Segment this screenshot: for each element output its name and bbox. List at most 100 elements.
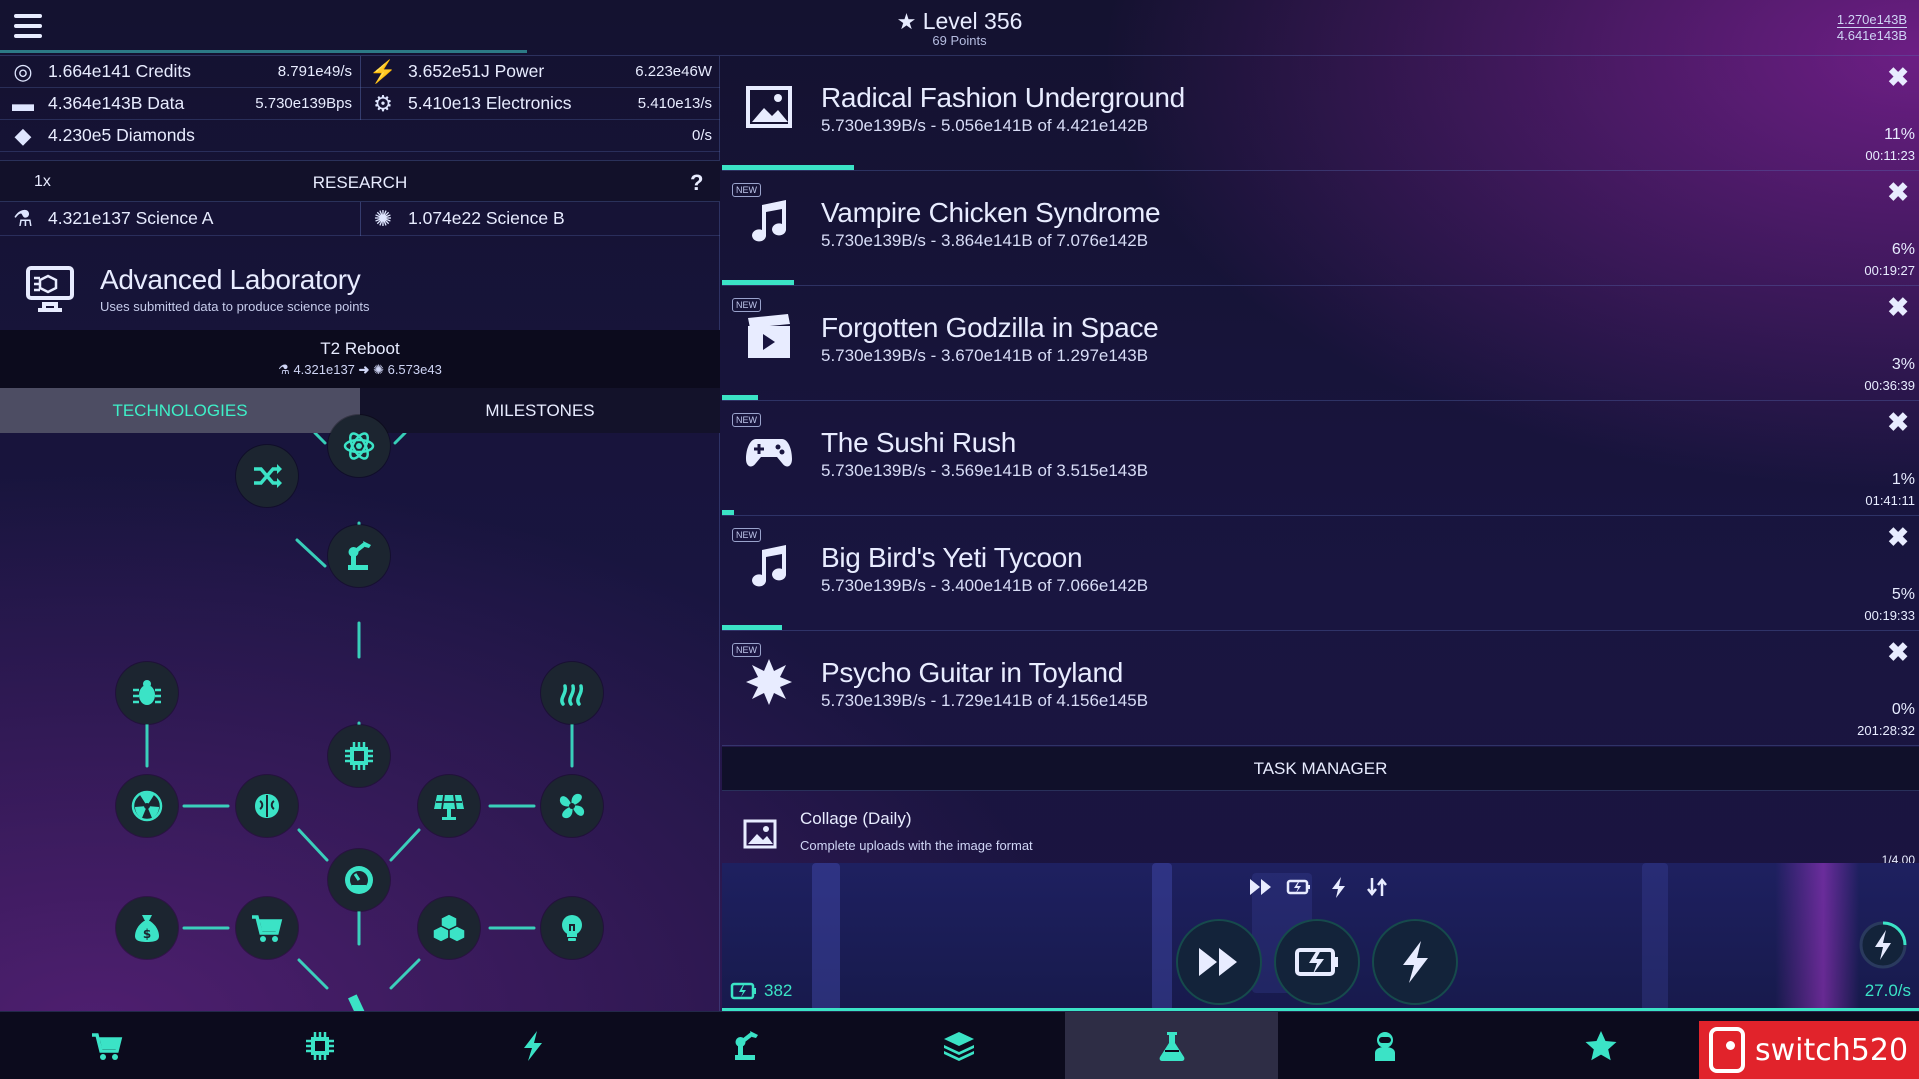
upload-time: 201:28:32 <box>1857 723 1915 738</box>
tech-node-cart[interactable] <box>236 897 298 959</box>
svg-text:$: $ <box>143 927 151 941</box>
close-icon[interactable]: ✖ <box>1887 522 1909 553</box>
power-rate: 6.223e46W <box>635 63 712 80</box>
power-label: 3.652e51J Power <box>408 61 545 81</box>
fan-icon <box>559 793 585 819</box>
tab-milestones[interactable]: MILESTONES <box>360 388 720 433</box>
science-b-label: 1.074e22 Science B <box>408 208 565 228</box>
tech-node-money-bag[interactable]: $ <box>116 897 178 959</box>
upload-percent: 11% <box>1884 126 1915 143</box>
nav-button-star[interactable] <box>1491 1012 1711 1079</box>
sort-small-icon[interactable] <box>1364 875 1390 899</box>
nav-button-flask[interactable] <box>1065 1012 1278 1079</box>
reboot-title: T2 Reboot <box>320 339 400 358</box>
tab-technologies[interactable]: TECHNOLOGIES <box>0 388 360 433</box>
reboot-button[interactable]: T2 Reboot ⚗ 4.321e137 ➜ ✺ 6.573e43 <box>0 330 720 388</box>
upload-item[interactable]: NEW Forgotten Godzilla in Space 5.730e139B… <box>722 286 1919 401</box>
nav-button-cart[interactable] <box>0 1012 213 1079</box>
tech-node-bug[interactable] <box>116 662 178 724</box>
music-icon <box>752 545 786 587</box>
upload-item[interactable]: NEW Vampire Chicken Syndrome 5.730e139B/s … <box>722 171 1919 286</box>
upload-name: Big Bird's Yeti Tycoon <box>821 542 1083 573</box>
flask-icon: ⚗ <box>13 205 33 231</box>
money-bag-icon: $ <box>135 915 159 942</box>
folder-icon: ▬ <box>12 90 34 116</box>
nav-button-astronaut[interactable] <box>1278 1012 1491 1079</box>
help-button[interactable]: ? <box>690 170 703 196</box>
upload-percent: 6% <box>1891 241 1915 258</box>
credits-rate: 8.791e49/s <box>277 63 352 80</box>
dial-icon <box>345 866 373 894</box>
tech-node-shuffle[interactable] <box>236 445 298 507</box>
recharge-gauge[interactable] <box>1857 919 1909 971</box>
music-icon <box>752 200 786 242</box>
task-name: Collage (Daily) <box>800 809 912 828</box>
new-badge: NEW <box>732 298 761 312</box>
electronics-row: ⚙ 5.410e13 Electronics 5.410e13/s <box>360 88 720 120</box>
tech-node-solar-panel[interactable] <box>418 775 480 837</box>
nav-button-robot-arm[interactable] <box>639 1012 852 1079</box>
left-panel: ◎ 1.664e141 Credits 8.791e49/s ⚡ 3.652e5… <box>0 56 720 1037</box>
fast-forward-button[interactable] <box>1176 919 1262 1005</box>
tech-node-fan[interactable] <box>541 775 603 837</box>
data-ratio: 1.270e143B 4.641e143B <box>1836 12 1907 43</box>
divider <box>360 202 361 236</box>
nav-button-chip[interactable] <box>213 1012 426 1079</box>
close-icon[interactable]: ✖ <box>1887 292 1909 323</box>
upload-time: 00:36:39 <box>1864 378 1915 393</box>
lab-title: Advanced Laboratory <box>100 264 361 295</box>
upload-name: The Sushi Rush <box>821 427 1017 458</box>
power-row: ⚡ 3.652e51J Power 6.223e46W <box>360 56 720 88</box>
upload-item[interactable]: NEW Big Bird's Yeti Tycoon 5.730e139B/s - … <box>722 516 1919 631</box>
brain-icon <box>255 794 279 818</box>
upload-item[interactable]: NEW The Sushi Rush 5.730e139B/s - 3.569e14… <box>722 401 1919 516</box>
battery-icon <box>1295 948 1338 976</box>
tech-node-lightbulb[interactable] <box>541 897 603 959</box>
task-item[interactable]: Collage (Daily) Complete uploads with th… <box>722 791 1919 867</box>
nav-button-layers[interactable] <box>852 1012 1065 1079</box>
tech-node-atom[interactable] <box>328 415 390 477</box>
tech-node-robot-arm[interactable] <box>328 525 390 587</box>
upload-progress-bar <box>722 165 854 170</box>
level-progress-bar <box>0 50 527 53</box>
close-icon[interactable]: ✖ <box>1887 62 1909 93</box>
star-icon <box>1585 1030 1617 1060</box>
upload-time: 00:19:33 <box>1864 608 1915 623</box>
close-icon[interactable]: ✖ <box>1887 637 1909 668</box>
upload-progress-bar <box>722 395 758 400</box>
robot-arm-icon <box>734 1030 758 1060</box>
upload-detail: 5.730e139B/s - 3.670e141B of 1.297e143B <box>821 346 1149 365</box>
nav-button-bolt[interactable] <box>426 1012 639 1079</box>
image-icon <box>746 86 792 128</box>
upload-item[interactable]: NEW Psycho Guitar in Toyland 5.730e139B/s … <box>722 631 1919 746</box>
upload-item[interactable]: Radical Fashion Underground 5.730e139B/s … <box>722 56 1919 171</box>
lightbulb-icon <box>562 915 582 941</box>
battery-boost-button[interactable] <box>1274 919 1360 1005</box>
tech-node-fire[interactable] <box>541 662 603 724</box>
reboot-to: 6.573e43 <box>387 362 442 377</box>
tech-node-radiation[interactable] <box>116 775 178 837</box>
switch-logo-icon <box>1709 1027 1745 1073</box>
task-manager-header: TASK MANAGER <box>722 747 1919 791</box>
atom-icon: ✺ <box>373 362 384 377</box>
recharge-rate: 27.0/s <box>1864 981 1911 1000</box>
robot-arm-icon <box>348 541 371 570</box>
lab-card: Advanced Laboratory Uses submitted data … <box>0 246 720 330</box>
boost-panel: 382 27.0/s <box>722 863 1919 1011</box>
battery-small-icon[interactable] <box>1286 875 1312 899</box>
upload-progress-bar <box>722 510 734 515</box>
diamonds-label: 4.230e5 Diamonds <box>48 125 195 145</box>
close-icon[interactable]: ✖ <box>1887 407 1909 438</box>
tech-node-cubes[interactable] <box>418 897 480 959</box>
tech-node-chip[interactable] <box>328 725 390 787</box>
tech-node-brain[interactable] <box>236 775 298 837</box>
data-rate: 5.730e139Bps <box>255 95 352 112</box>
power-boost-button[interactable] <box>1372 919 1458 1005</box>
tech-node-dial[interactable] <box>328 849 390 911</box>
diamonds-rate: 0/s <box>691 127 712 144</box>
fast-forward-small-icon[interactable] <box>1248 875 1274 899</box>
layers-icon <box>943 1031 974 1061</box>
science-a-label: 4.321e137 Science A <box>48 208 214 228</box>
close-icon[interactable]: ✖ <box>1887 177 1909 208</box>
bolt-small-icon[interactable] <box>1326 875 1352 899</box>
